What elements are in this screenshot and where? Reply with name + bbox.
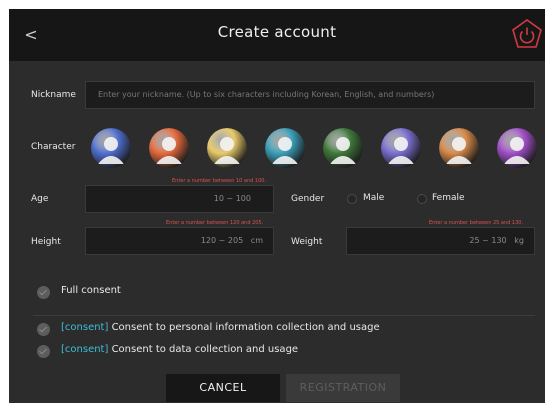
character-option[interactable] <box>323 128 363 168</box>
character-option[interactable] <box>265 128 305 168</box>
gender-male-radio[interactable] <box>347 194 357 204</box>
full-consent-label: Full consent <box>61 285 121 296</box>
avatar-orange-icon <box>149 128 189 168</box>
avatar-blue-icon <box>91 128 131 168</box>
avatar-green-icon <box>323 128 363 168</box>
consent-personal-info-text: Consent to personal information collecti… <box>111 322 380 333</box>
weight-placeholder: 25 ~ 130 <box>469 236 507 245</box>
registration-button[interactable]: REGISTRATION <box>286 374 400 402</box>
weight-hint: Enter a number between 25 and 130. <box>429 220 524 226</box>
character-option[interactable] <box>381 128 421 168</box>
height-placeholder: 120 ~ 205 <box>200 236 244 245</box>
consent-data-usage-checkbox[interactable] <box>37 345 50 358</box>
consent-data-usage-text: Consent to data collection and usage <box>111 344 299 355</box>
header-bar: < Create account <box>9 9 545 61</box>
consent-personal-info-link[interactable]: [consent] <box>61 322 108 333</box>
character-option[interactable] <box>439 128 479 168</box>
power-button[interactable] <box>510 18 544 52</box>
consent-personal-info-checkbox[interactable] <box>37 323 50 336</box>
power-icon <box>512 19 542 48</box>
create-account-screen: < Create account Nickname Enter your nic… <box>9 9 545 403</box>
consent-data-usage-link[interactable]: [consent] <box>61 344 108 355</box>
height-input[interactable]: 120 ~ 205 cm <box>85 227 274 255</box>
nickname-label: Nickname <box>31 90 76 100</box>
gender-female-radio[interactable] <box>417 194 427 204</box>
avatar-yellow-icon <box>207 128 247 168</box>
weight-unit: kg <box>514 236 524 245</box>
age-input[interactable]: 10 ~ 100 <box>85 185 274 213</box>
character-option[interactable] <box>497 128 537 168</box>
character-label: Character <box>31 142 76 152</box>
full-consent-checkbox[interactable] <box>37 286 50 299</box>
weight-input[interactable]: 25 ~ 130 kg <box>346 227 535 255</box>
page-title: Create account <box>217 23 337 41</box>
age-hint: Enter a number between 10 and 100. <box>172 178 267 184</box>
height-hint: Enter a number between 120 and 205. <box>166 220 264 226</box>
nickname-input[interactable]: Enter your nickname. (Up to six characte… <box>85 81 535 109</box>
weight-label: Weight <box>291 237 323 247</box>
consent-personal-info-label: [consent] Consent to personal informatio… <box>61 322 380 333</box>
cancel-button[interactable]: CANCEL <box>166 374 280 402</box>
gender-label: Gender <box>291 194 325 204</box>
avatar-teal-icon <box>265 128 305 168</box>
consent-divider <box>33 315 535 316</box>
consent-data-usage-label: [consent] Consent to data collection and… <box>61 344 298 355</box>
character-option[interactable] <box>149 128 189 168</box>
avatar-purple-icon <box>497 128 537 168</box>
avatar-dusk-icon <box>439 128 479 168</box>
avatar-sunset-icon <box>381 128 421 168</box>
height-label: Height <box>31 237 61 247</box>
gender-male-label: Male <box>363 193 385 203</box>
height-unit: cm <box>250 236 263 245</box>
gender-female-label: Female <box>432 193 465 203</box>
character-option[interactable] <box>207 128 247 168</box>
age-label: Age <box>31 194 49 204</box>
character-option[interactable] <box>91 128 131 168</box>
